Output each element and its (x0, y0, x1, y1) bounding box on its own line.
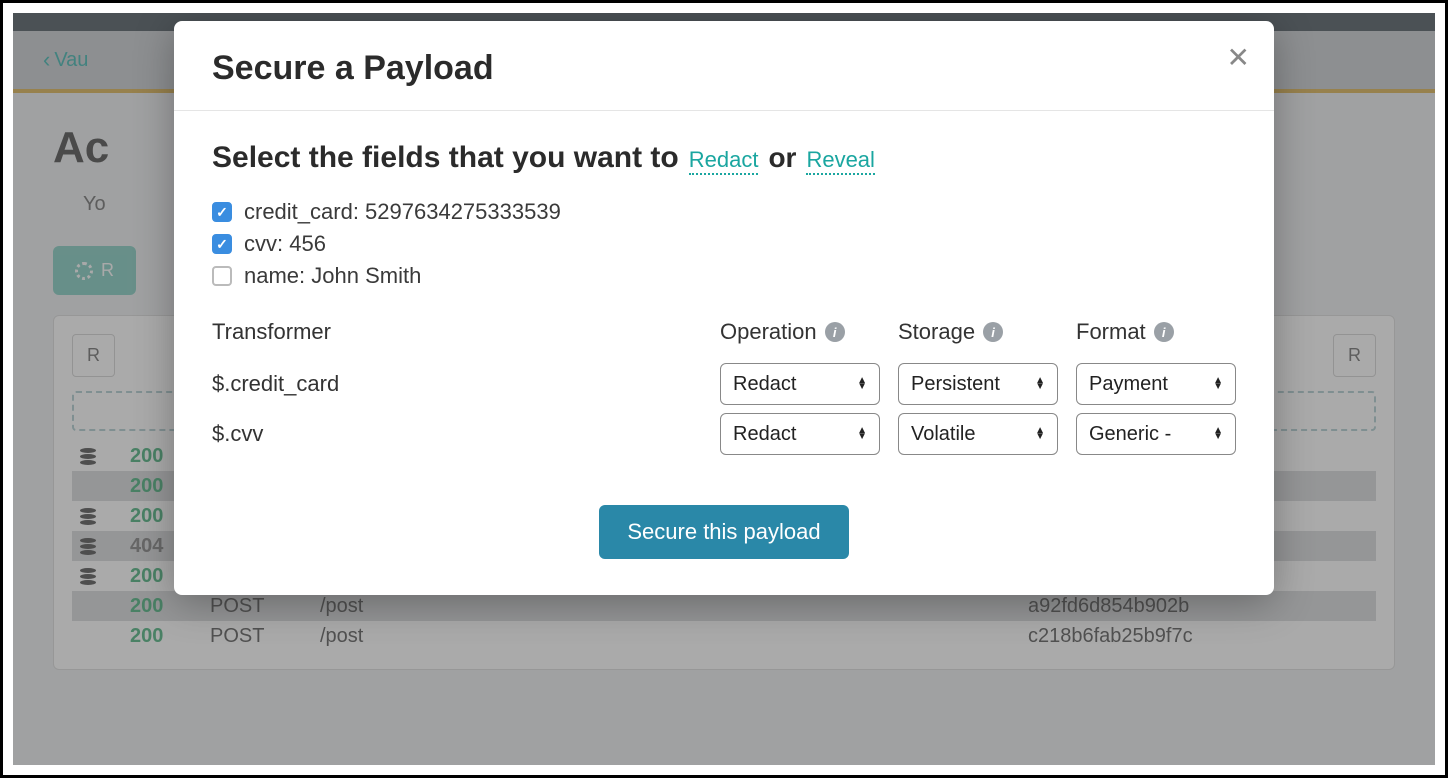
transformer-path: $.cvv (212, 421, 702, 447)
prompt-text: Select the fields that you want to (212, 141, 679, 175)
info-icon[interactable]: i (983, 322, 1003, 342)
chevron-updown-icon: ▲▼ (1035, 378, 1045, 390)
transformer-header-row: Transformer Operationi Storagei Formati (212, 319, 1236, 355)
field-row: cvv: 456 (212, 231, 1236, 257)
format-header: Formati (1076, 319, 1236, 345)
chevron-updown-icon: ▲▼ (857, 428, 867, 440)
info-icon[interactable]: i (825, 322, 845, 342)
secure-payload-modal: ✕ Secure a Payload Select the fields tha… (174, 21, 1274, 595)
storage-header: Storagei (898, 319, 1058, 345)
redact-link[interactable]: Redact (689, 147, 759, 175)
field-row: credit_card: 5297634275333539 (212, 199, 1236, 225)
modal-overlay: ✕ Secure a Payload Select the fields tha… (13, 13, 1435, 765)
close-icon[interactable]: ✕ (1227, 41, 1250, 74)
field-label: credit_card: 5297634275333539 (244, 199, 561, 225)
info-icon[interactable]: i (1154, 322, 1174, 342)
field-row: name: John Smith (212, 263, 1236, 289)
operation-select[interactable]: Redact▲▼ (720, 363, 880, 405)
format-select[interactable]: Payment▲▼ (1076, 363, 1236, 405)
storage-select[interactable]: Volatile▲▼ (898, 413, 1058, 455)
operation-header: Operationi (720, 319, 880, 345)
transformer-path: $.credit_card (212, 371, 702, 397)
field-list: credit_card: 5297634275333539 cvv: 456 nam… (212, 199, 1236, 289)
field-checkbox[interactable] (212, 266, 232, 286)
select-prompt: Select the fields that you want to Redac… (212, 141, 1236, 175)
transformer-header: Transformer (212, 319, 702, 345)
chevron-updown-icon: ▲▼ (1213, 428, 1223, 440)
or-text: or (768, 142, 796, 174)
modal-title: Secure a Payload (212, 49, 1236, 88)
transformer-row: $.credit_card Redact▲▼ Persistent▲▼ Payment… (212, 363, 1236, 405)
field-label: cvv: 456 (244, 231, 326, 257)
field-label: name: John Smith (244, 263, 421, 289)
chevron-updown-icon: ▲▼ (857, 378, 867, 390)
transformer-row: $.cvv Redact▲▼ Volatile▲▼ Generic -▲▼ (212, 413, 1236, 455)
storage-select[interactable]: Persistent▲▼ (898, 363, 1058, 405)
chevron-updown-icon: ▲▼ (1035, 428, 1045, 440)
chevron-updown-icon: ▲▼ (1213, 378, 1223, 390)
reveal-link[interactable]: Reveal (806, 147, 874, 175)
field-checkbox[interactable] (212, 202, 232, 222)
field-checkbox[interactable] (212, 234, 232, 254)
operation-select[interactable]: Redact▲▼ (720, 413, 880, 455)
secure-payload-button[interactable]: Secure this payload (599, 505, 848, 559)
format-select[interactable]: Generic -▲▼ (1076, 413, 1236, 455)
